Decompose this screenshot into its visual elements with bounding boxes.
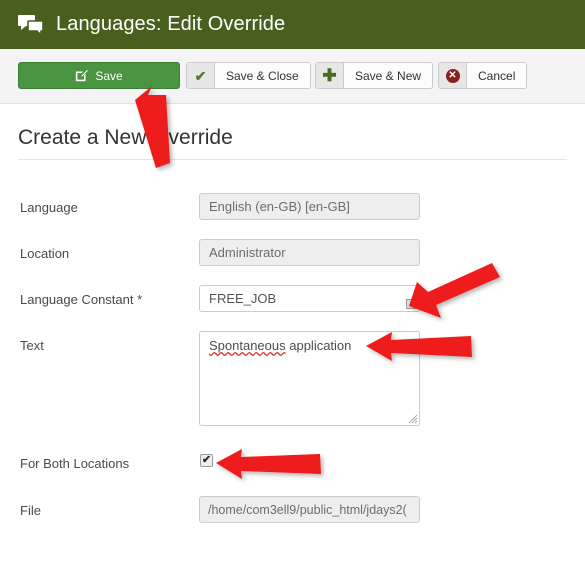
language-constant-input[interactable] bbox=[199, 285, 420, 312]
save-new-button-label: Save & New bbox=[344, 63, 433, 88]
comments-icon bbox=[18, 14, 44, 36]
cancel-button[interactable]: ✕ Cancel bbox=[438, 62, 528, 89]
check-icon: ✔ bbox=[187, 63, 215, 88]
language-constant-label: Language Constant * bbox=[20, 292, 143, 307]
page-title: Languages: Edit Override bbox=[56, 13, 286, 35]
file-label: File bbox=[20, 503, 41, 518]
heading-divider bbox=[18, 159, 567, 160]
save-new-button[interactable]: ✚ Save & New bbox=[315, 62, 434, 89]
arrow-to-language-constant bbox=[409, 263, 500, 318]
text-label: Text bbox=[20, 338, 44, 353]
location-input bbox=[199, 239, 420, 266]
cancel-button-label: Cancel bbox=[467, 63, 527, 88]
for-both-locations-label: For Both Locations bbox=[20, 456, 130, 471]
file-field: /home/com3ell9/public_html/jdays2( bbox=[199, 496, 420, 523]
plus-icon: ✚ bbox=[316, 63, 344, 88]
location-field bbox=[199, 239, 420, 266]
language-field bbox=[199, 193, 420, 220]
file-path-value: /home/com3ell9/public_html/jdays2( bbox=[199, 496, 420, 523]
location-label: Location bbox=[20, 246, 70, 261]
text-field: Spontaneous application bbox=[199, 331, 420, 426]
edit-square-icon bbox=[76, 69, 89, 82]
save-button-label: Save bbox=[95, 68, 123, 83]
arrow-to-both-locations bbox=[216, 449, 321, 479]
text-textarea[interactable] bbox=[199, 331, 420, 426]
section-heading: Create a New Override bbox=[18, 126, 233, 149]
language-input bbox=[199, 193, 420, 220]
language-label: Language bbox=[20, 200, 78, 215]
language-constant-field bbox=[199, 285, 420, 312]
checkbox-tick-icon: ✔ bbox=[201, 454, 212, 466]
save-close-button-label: Save & Close bbox=[215, 63, 310, 88]
languages-edit-override-page: Languages: Edit Override Save ✔ Save & C… bbox=[0, 0, 585, 562]
cancel-circle-icon: ✕ bbox=[439, 63, 467, 88]
page-header: Languages: Edit Override bbox=[0, 0, 585, 49]
save-close-button[interactable]: ✔ Save & Close bbox=[186, 62, 311, 89]
save-button[interactable]: Save bbox=[18, 62, 180, 89]
for-both-locations-checkbox[interactable]: ✔ bbox=[200, 454, 213, 467]
